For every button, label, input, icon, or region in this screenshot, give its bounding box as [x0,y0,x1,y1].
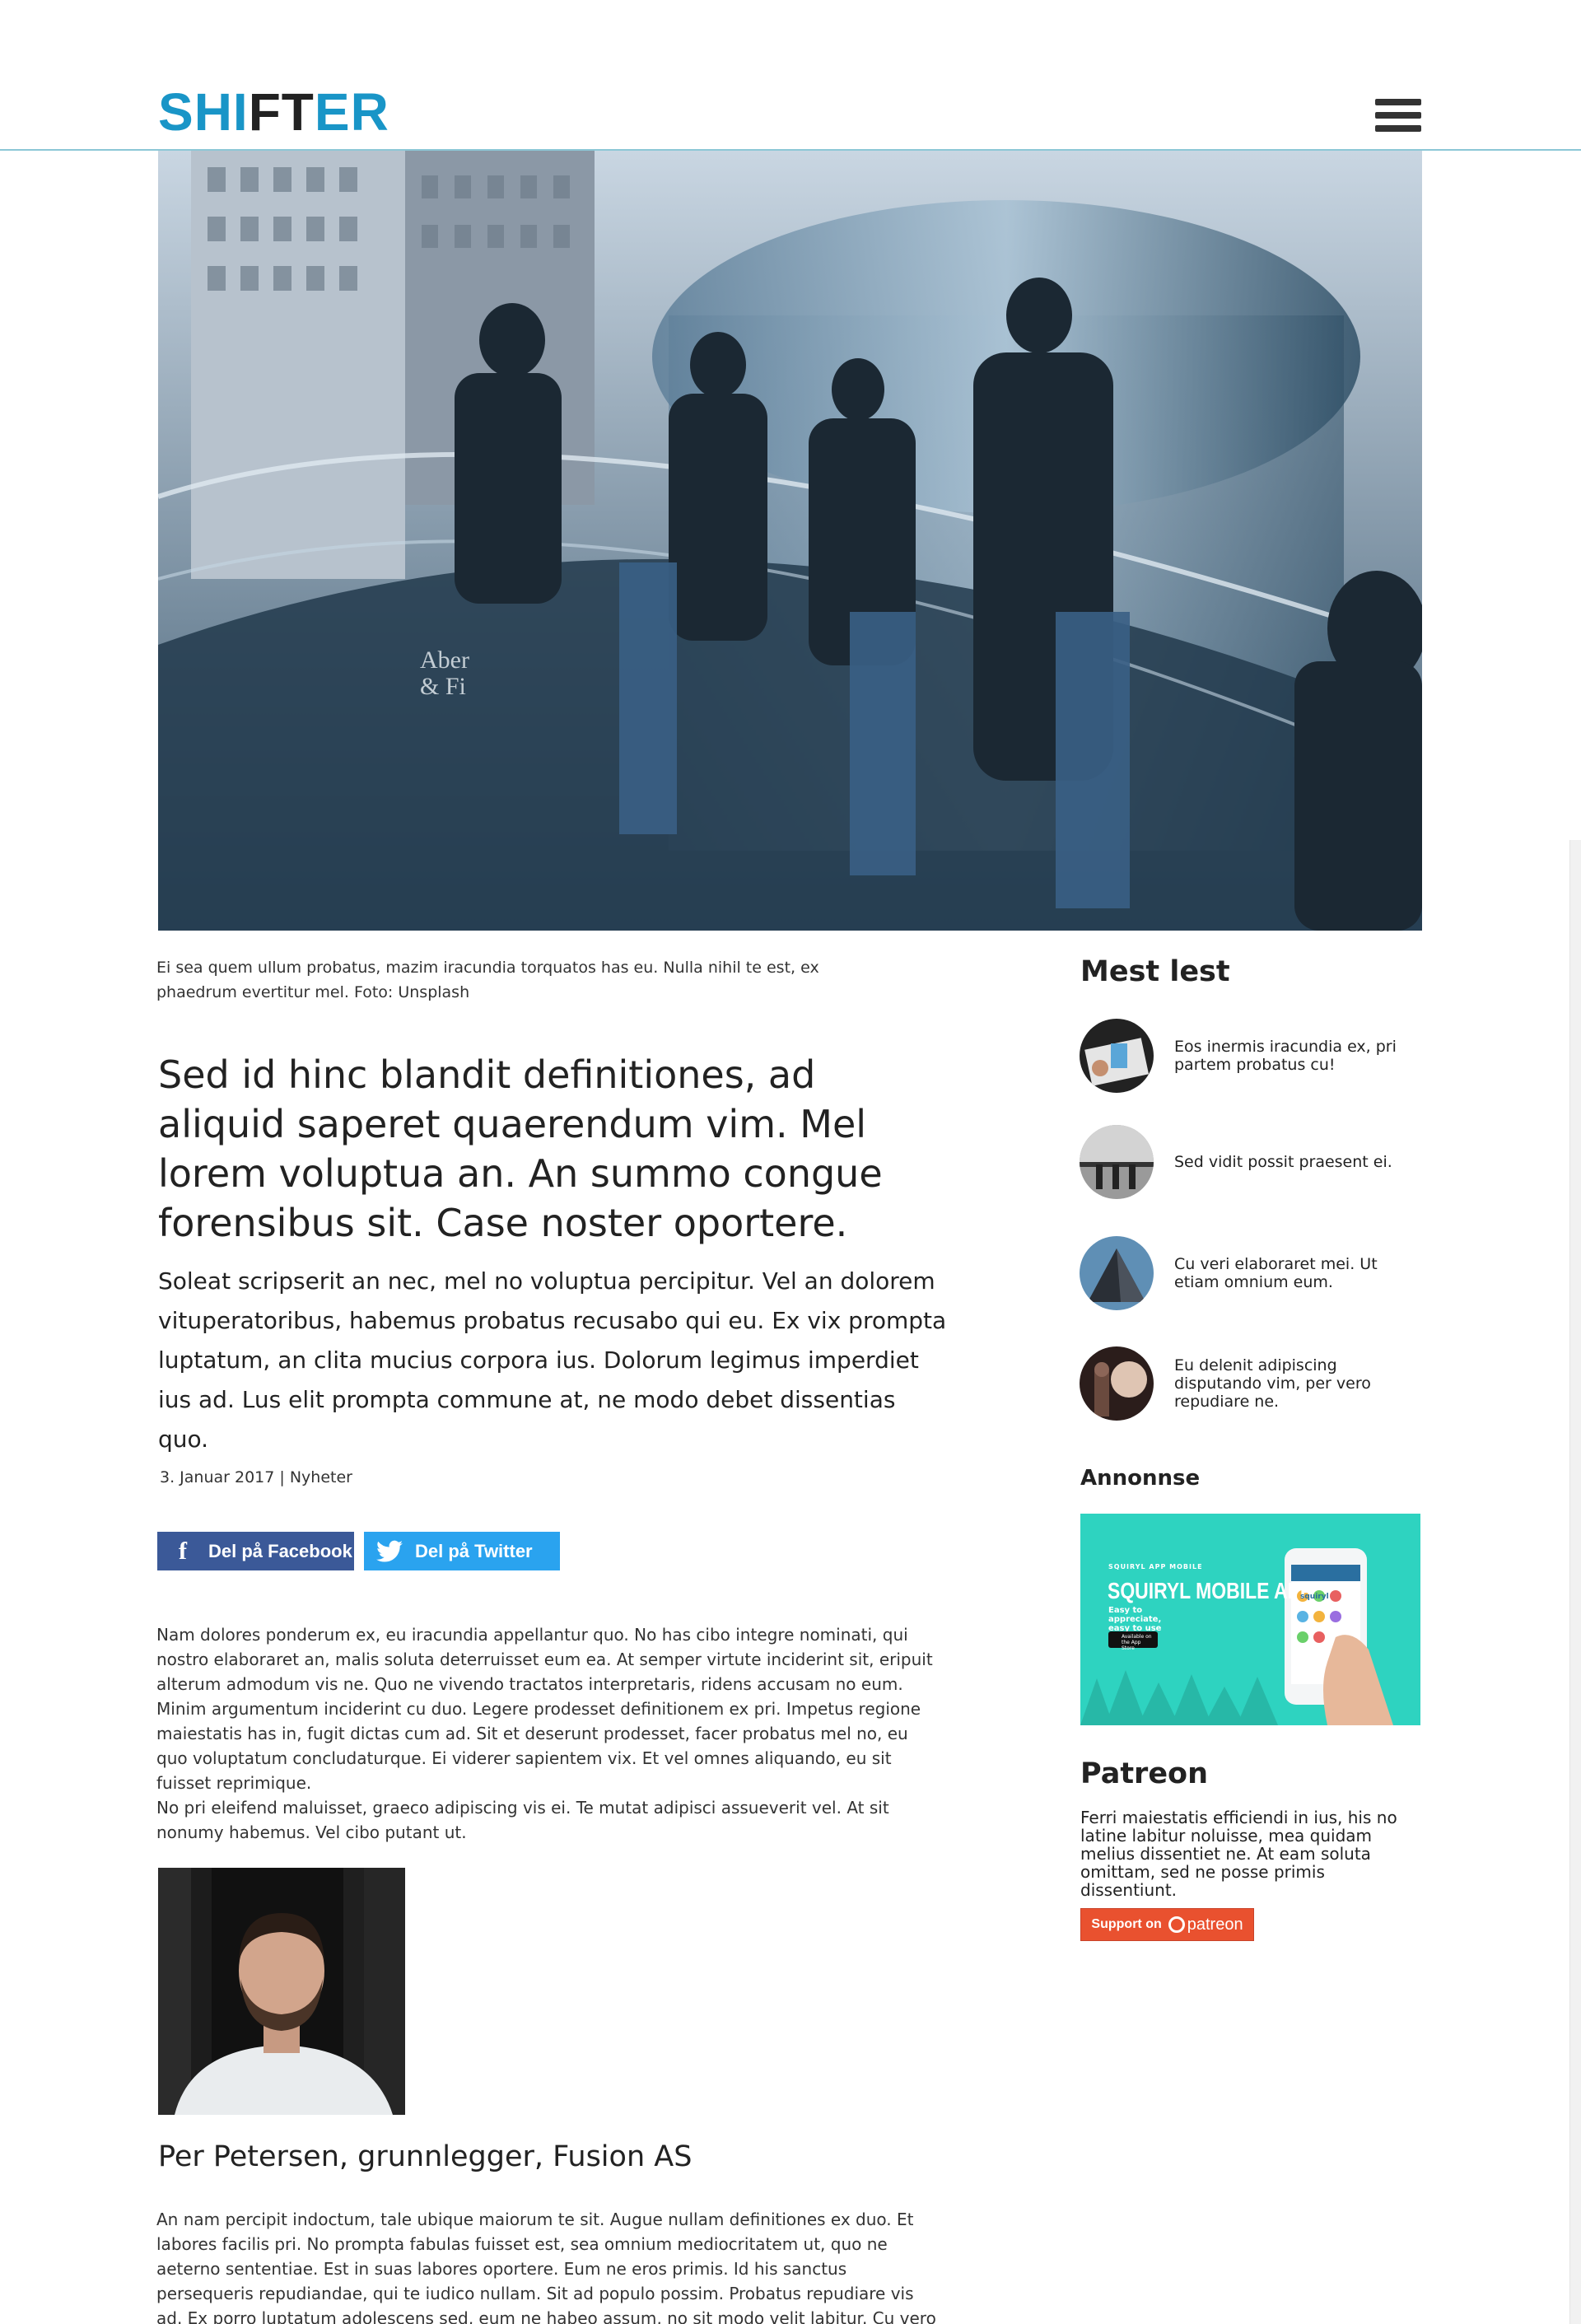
article-body-2: An nam percipit indoctum, tale ubique ma… [156,2210,936,2324]
most-read-text: Eu delenit adipiscing disputando vim, pe… [1174,1356,1371,1411]
article-intro: Soleat scripserit an nec, mel no voluptu… [158,1267,947,1453]
patreon-logo-icon: patreon [1168,1916,1243,1934]
most-read-title: Mest lest [1080,955,1230,988]
author-photo [158,1868,405,2115]
hero-image: Aber & Fi [158,151,1422,931]
most-read-thumbnail [1080,1125,1154,1199]
app-store-badge: Available on the App Store [1108,1631,1158,1651]
site-logo[interactable]: SHIFTER [158,86,389,138]
image-caption: Ei sea quem ullum probatus, mazim iracun… [156,959,819,1001]
article-paragraph: Nam dolores ponderum ex, eu iracundia ap… [156,1625,933,1793]
most-read-text: Eos inermis iracundia ex, pri partem pro… [1174,1038,1397,1074]
ad-small-text: SQUIRYL APP MOBILE [1108,1563,1203,1570]
patreon-title: Patreon [1080,1757,1209,1790]
author-name: Per Petersen, grunnlegger, Fusion AS [158,2140,693,2173]
most-read-item[interactable]: Cu veri elaboraret mei. Ut etiam omnium … [1080,1235,1425,1311]
svg-text:& Fi: & Fi [420,673,466,700]
most-read-item[interactable]: Sed vidit possit praesent ei. [1080,1124,1425,1200]
most-read-thumbnail [1080,1236,1154,1310]
hamburger-menu-icon[interactable] [1375,99,1421,132]
most-read-text: Sed vidit possit praesent ei. [1174,1153,1392,1171]
ad-label: Annonnse [1080,1466,1201,1491]
svg-text:Aber: Aber [420,646,469,674]
article-paragraph: No pri eleifend maluisset, graeco adipis… [156,1798,889,1842]
scrollbar[interactable] [1569,840,1581,2324]
most-read-item[interactable]: Eu delenit adipiscing disputando vim, pe… [1080,1346,1425,1421]
twitter-icon [364,1532,415,1570]
article-meta: 3. Januar 2017 | Nyheter [160,1468,352,1486]
site-header: SHIFTER [0,0,1581,151]
most-read-thumbnail [1080,1346,1154,1421]
most-read-text: Cu veri elaboraret mei. Ut etiam omnium … [1174,1255,1378,1291]
facebook-icon: f [179,1537,187,1565]
article-body-1: Nam dolores ponderum ex, eu iracundia ap… [156,1622,939,1845]
ad-title: SQUIRYL MOBILE APP [1108,1578,1313,1603]
share-twitter-button[interactable]: Del på Twitter [364,1532,560,1570]
patreon-text: Ferri maiestatis efficiendi in ius, his … [1080,1808,1397,1900]
share-twitter-label: Del på Twitter [415,1540,533,1561]
most-read-item[interactable]: Eos inermis iracundia ex, pri partem pro… [1080,1018,1425,1094]
most-read-thumbnail [1080,1019,1154,1093]
article-lede: Sed id hinc blandit definitiones, ad ali… [158,1052,883,1245]
ad-tagline: Easy to appreciate, easy to use [1108,1606,1162,1633]
advertisement-banner[interactable]: SQUIRYL APP MOBILE SQUIRYL MOBILE APP Ea… [1080,1514,1420,1725]
ad-brand: squiryl [1300,1593,1329,1601]
support-patreon-button[interactable]: Support on patreon [1080,1908,1254,1941]
share-facebook-button[interactable]: f Del på Facebook [157,1532,354,1570]
patreon-button-label: Support on [1091,1917,1162,1931]
share-facebook-label: Del på Facebook [208,1540,352,1561]
